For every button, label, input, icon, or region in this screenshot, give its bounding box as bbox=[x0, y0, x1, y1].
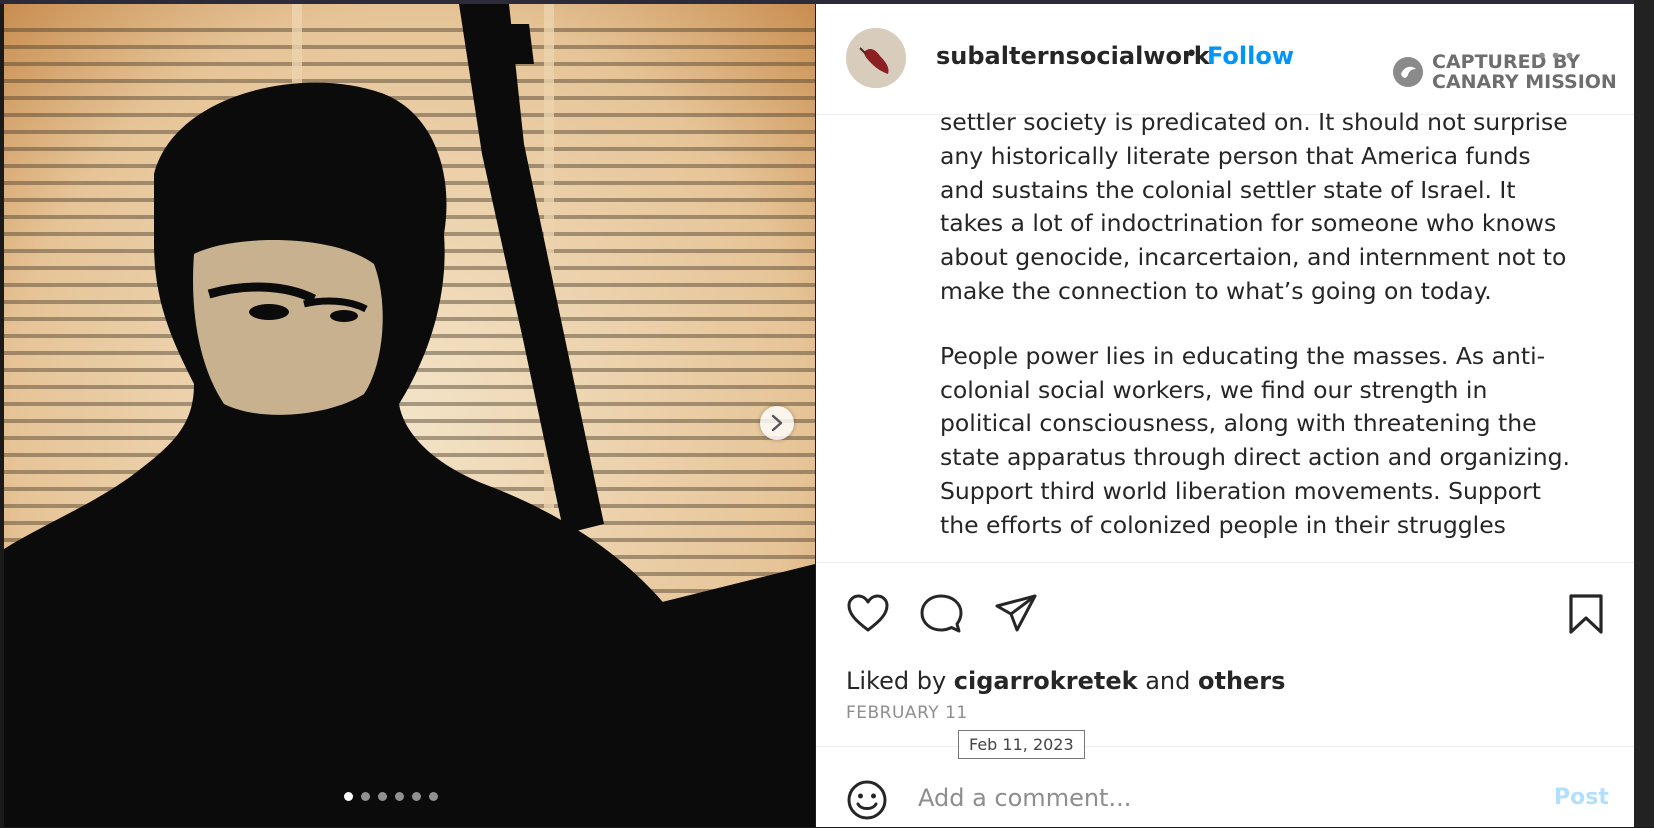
comment-icon bbox=[920, 594, 963, 633]
carousel-dot bbox=[412, 792, 421, 801]
liked-prefix: Liked by bbox=[846, 667, 954, 695]
captured-by-text: CAPTURED BY bbox=[1432, 51, 1581, 73]
post-date[interactable]: FEBRUARY 11 bbox=[846, 703, 968, 723]
heart-icon bbox=[847, 594, 889, 632]
carousel-next-button[interactable] bbox=[760, 406, 794, 440]
comment-input[interactable] bbox=[916, 783, 1480, 813]
username-link[interactable]: subalternsocialwork bbox=[936, 42, 1210, 70]
avatar-image bbox=[846, 28, 906, 88]
likes-summary: Liked by cigarrokretek and others bbox=[846, 667, 1285, 695]
follow-button[interactable]: Follow bbox=[1207, 42, 1294, 70]
more-options-icon[interactable]: ••• bbox=[1536, 44, 1577, 68]
avatar[interactable] bbox=[846, 28, 906, 88]
captured-by-watermark: CAPTURED BY CANARY MISSION bbox=[1392, 52, 1617, 92]
like-button[interactable] bbox=[846, 593, 890, 637]
carousel-indicator bbox=[344, 792, 438, 801]
carousel-dot bbox=[361, 792, 370, 801]
emoji-icon bbox=[847, 780, 887, 820]
post-comment-button[interactable]: Post bbox=[1554, 785, 1609, 810]
liked-and: and bbox=[1137, 667, 1198, 695]
chevron-right-icon bbox=[771, 414, 783, 432]
carousel-dot bbox=[429, 792, 438, 801]
post-caption: settler society is predicated on. It sho… bbox=[940, 106, 1580, 562]
caption-paragraph: People power lies in educating the masse… bbox=[940, 341, 1570, 539]
bookmark-icon bbox=[1569, 594, 1603, 634]
liked-user-link[interactable]: cigarrokretek bbox=[954, 667, 1138, 695]
canary-mission-text: CANARY MISSION bbox=[1432, 71, 1617, 93]
post-header: subalternsocialwork • Follow CAPTURED BY… bbox=[816, 4, 1634, 115]
comment-button[interactable] bbox=[919, 593, 963, 639]
caption-paragraph: settler society is predicated on. It sho… bbox=[940, 108, 1568, 305]
paper-plane-icon bbox=[995, 594, 1037, 632]
carousel-dot bbox=[378, 792, 387, 801]
post-details-panel: subalternsocialwork • Follow CAPTURED BY… bbox=[816, 4, 1634, 827]
separator-dot: • bbox=[1185, 42, 1198, 67]
liked-others-link[interactable]: others bbox=[1198, 667, 1285, 695]
window-edge bbox=[1634, 0, 1654, 827]
save-button[interactable] bbox=[1566, 593, 1606, 639]
canary-mission-logo-icon bbox=[1393, 57, 1423, 87]
emoji-button[interactable] bbox=[846, 779, 888, 825]
comment-bar: Post bbox=[816, 746, 1634, 828]
date-tooltip: Feb 11, 2023 bbox=[958, 730, 1085, 759]
artwork-illustration bbox=[4, 4, 815, 827]
share-button[interactable] bbox=[994, 593, 1038, 637]
post-actions-bar bbox=[816, 562, 1634, 663]
post-image bbox=[4, 4, 815, 827]
carousel-dot bbox=[395, 792, 404, 801]
carousel-dot bbox=[344, 792, 353, 801]
